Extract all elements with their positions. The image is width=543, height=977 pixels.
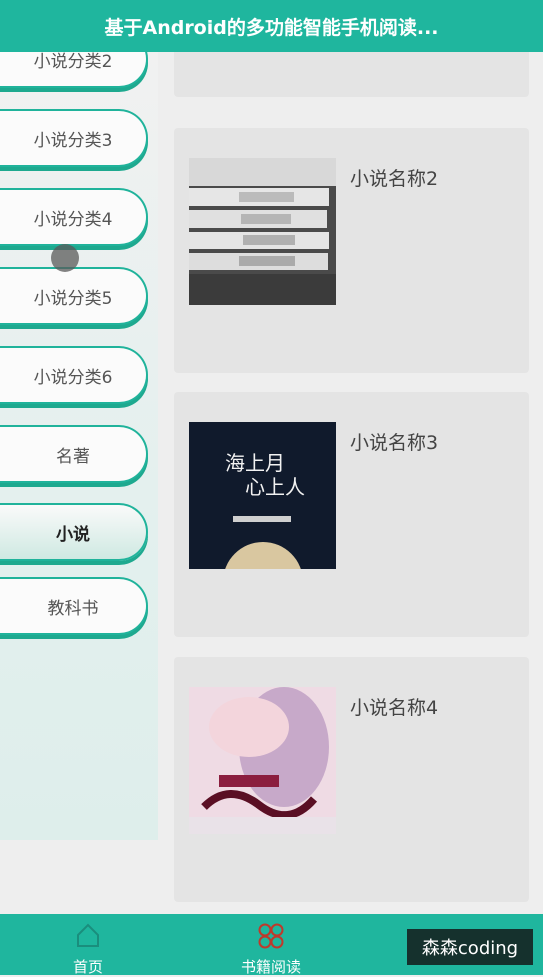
book-cover-image — [189, 158, 336, 305]
touch-indicator — [51, 244, 79, 272]
category-item[interactable]: 小说分类3 — [0, 109, 148, 167]
book-card[interactable] — [174, 52, 529, 97]
home-icon — [75, 922, 101, 952]
nav-book-reading[interactable]: 书籍阅读 — [211, 914, 331, 976]
book-card[interactable]: 小说名称2 — [174, 128, 529, 373]
book-title: 小说名称4 — [350, 697, 439, 719]
stacked-books-cover — [189, 158, 336, 305]
book-title: 小说名称3 — [350, 432, 439, 454]
book-grid-icon — [257, 922, 285, 954]
category-sidebar[interactable]: 小说分类2 小说分类3 小说分类4 小说分类5 小说分类6 名著 小说 教科书 — [0, 52, 158, 840]
night-moon-cover: 海上月 心上人 — [189, 422, 336, 569]
category-item[interactable]: 小说分类4 — [0, 188, 148, 246]
category-item[interactable]: 小说分类2 — [0, 52, 148, 88]
book-card[interactable]: 海上月 心上人 小说名称3 — [174, 392, 529, 637]
app-title-bar: 基于Android的多功能智能手机阅读... — [0, 0, 543, 52]
nav-home[interactable]: 首页 — [28, 914, 148, 976]
book-cover-image — [189, 687, 336, 834]
watermark: 森森coding — [407, 929, 533, 965]
nav-home-label: 首页 — [72, 958, 103, 976]
book-list[interactable]: 小说名称2 海上月 心上人 小说名称3 小说名称4 — [160, 52, 543, 914]
book-title: 小说名称2 — [350, 168, 439, 190]
category-item[interactable]: 名著 — [0, 425, 148, 483]
book-cover-image: 海上月 心上人 — [189, 422, 336, 569]
page-title: 基于Android的多功能智能手机阅读... — [104, 16, 439, 39]
category-item[interactable]: 教科书 — [0, 577, 148, 635]
nav-book-reading-label: 书籍阅读 — [240, 958, 301, 976]
svg-text:心上人: 心上人 — [245, 475, 305, 499]
svg-text:海上月: 海上月 — [225, 451, 285, 475]
category-item[interactable]: 小说分类6 — [0, 346, 148, 404]
category-item-selected[interactable]: 小说 — [0, 503, 148, 561]
category-item[interactable]: 小说分类5 — [0, 267, 148, 325]
book-card[interactable]: 小说名称4 — [174, 657, 529, 902]
fantasy-heroine-cover — [189, 687, 336, 834]
